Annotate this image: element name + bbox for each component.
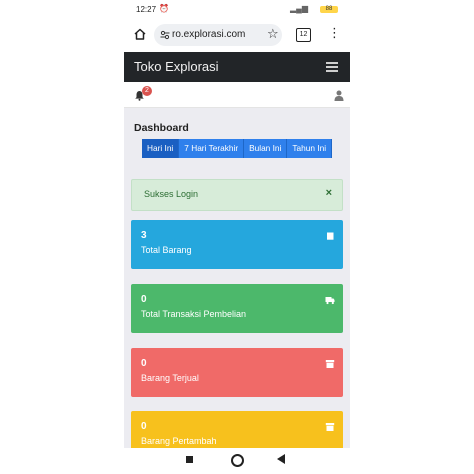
tab-switcher-button[interactable]: 12 (296, 28, 311, 42)
box-icon (325, 360, 335, 368)
page-title: Dashboard (134, 122, 189, 134)
status-time: 12:27 (136, 5, 157, 14)
battery-icon: 88 (320, 6, 338, 13)
system-nav-bar (124, 448, 350, 474)
card-total-barang[interactable]: 3 Total Barang (131, 220, 343, 269)
filter-this-month-button[interactable]: Bulan Ini (244, 139, 288, 158)
card-label: Barang Terjual (141, 373, 199, 383)
browser-toolbar: ro.explorasi.com ☆ 12 ⋮ (124, 20, 350, 50)
signal-icon: ▂▄▆ (290, 4, 308, 13)
alarm-icon: ⏰ (159, 4, 169, 13)
card-label: Barang Pertambah (141, 436, 217, 446)
status-bar: 12:27 ⏰ ▂▄▆ 88 (124, 0, 350, 20)
recent-apps-button[interactable] (186, 456, 193, 463)
card-label: Total Transaksi Pembelian (141, 309, 247, 319)
card-value: 0 (141, 294, 147, 305)
hamburger-menu-icon[interactable] (326, 62, 338, 75)
book-icon (327, 232, 334, 240)
home-icon[interactable] (133, 27, 147, 41)
site-settings-icon[interactable] (160, 30, 170, 40)
filter-this-year-button[interactable]: Tahun Ini (287, 139, 333, 158)
notification-badge: 2 (142, 86, 152, 96)
address-bar[interactable]: ro.explorasi.com (154, 24, 282, 46)
card-label: Total Barang (141, 245, 192, 255)
brand-title[interactable]: Toko Explorasi (134, 59, 219, 74)
date-filter-group: Hari Ini 7 Hari Terakhir Bulan Ini Tahun… (142, 139, 333, 158)
more-menu-icon[interactable]: ⋮ (328, 26, 341, 39)
truck-icon (325, 297, 335, 305)
home-button[interactable] (231, 454, 244, 467)
card-value: 0 (141, 358, 147, 369)
app-navbar: Toko Explorasi (124, 52, 350, 82)
dashboard-content: Dashboard Hari Ini 7 Hari Terakhir Bulan… (124, 108, 350, 461)
alert-message: Sukses Login (144, 189, 199, 199)
back-button[interactable] (277, 454, 285, 464)
top-toolbar: 2 (124, 82, 350, 108)
card-value: 0 (141, 421, 147, 432)
url-text: ro.explorasi.com (172, 29, 246, 40)
phone-screen: 12:27 ⏰ ▂▄▆ 88 ro.explorasi.com ☆ 12 ⋮ T… (124, 0, 350, 474)
filter-today-button[interactable]: Hari Ini (142, 139, 180, 158)
filter-7-days-button[interactable]: 7 Hari Terakhir (179, 139, 245, 158)
success-alert: Sukses Login × (131, 179, 343, 211)
box-icon (325, 423, 335, 431)
user-icon[interactable] (334, 90, 344, 101)
card-value: 3 (141, 230, 147, 241)
close-icon[interactable]: × (326, 187, 332, 199)
card-barang-terjual[interactable]: 0 Barang Terjual (131, 348, 343, 397)
card-total-transaksi[interactable]: 0 Total Transaksi Pembelian (131, 284, 343, 333)
bookmark-star-icon[interactable]: ☆ (267, 26, 279, 42)
